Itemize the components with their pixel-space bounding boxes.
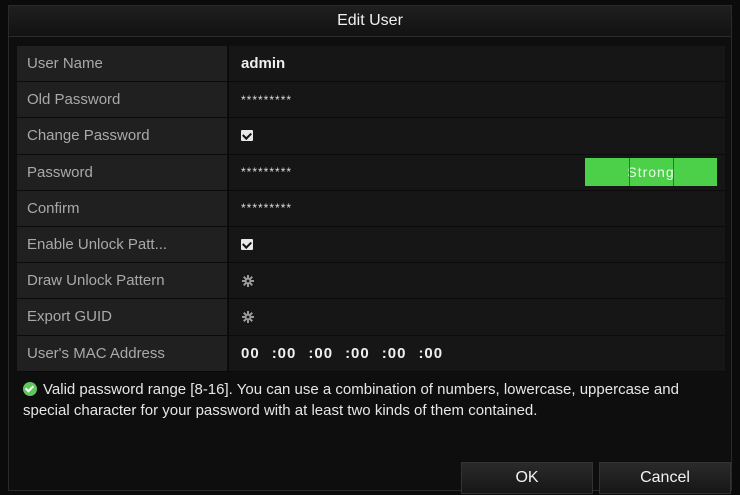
row-enable-unlock-pattern: Enable Unlock Patt...	[17, 226, 725, 264]
mac-octet: 00	[241, 344, 260, 362]
enable-unlock-pattern-checkbox[interactable]	[241, 239, 253, 251]
gear-icon[interactable]	[241, 310, 255, 324]
row-mac-address: User's MAC Address 00 :00 :00 :00 :00 :0…	[17, 335, 725, 372]
confirm-password-field[interactable]: *********	[229, 190, 725, 226]
gear-icon[interactable]	[241, 274, 255, 288]
user-name-label: User Name	[17, 46, 229, 82]
row-old-password: Old Password *********	[17, 82, 725, 119]
password-strength-label: Strong	[627, 163, 675, 180]
row-password: Password ********* Strong	[17, 154, 725, 191]
row-user-name: User Name admin	[17, 46, 725, 83]
user-form: User Name admin Old Password ********* C…	[17, 46, 725, 372]
mac-octet: :00	[381, 344, 407, 362]
draw-unlock-pattern-cell	[229, 263, 725, 299]
password-hint-text: Valid password range [8-16]. You can use…	[23, 381, 679, 419]
confirm-label: Confirm	[17, 190, 229, 226]
mac-octet: :00	[418, 344, 444, 362]
mac-address-field[interactable]: 00 :00 :00 :00 :00 :00	[229, 335, 725, 371]
export-guid-label: Export GUID	[17, 299, 229, 335]
password-field[interactable]: *********	[241, 165, 292, 179]
cancel-button[interactable]: Cancel	[599, 462, 731, 494]
edit-user-dialog: Edit User User Name admin Old Password *…	[8, 5, 732, 494]
row-change-password: Change Password	[17, 118, 725, 155]
mac-octet: :00	[345, 344, 370, 362]
password-label: Password	[17, 154, 229, 190]
mac-address-label: User's MAC Address	[17, 335, 229, 371]
change-password-label: Change Password	[17, 118, 229, 154]
ok-button[interactable]: OK	[461, 462, 593, 494]
dialog-title: Edit User	[9, 6, 731, 37]
enable-unlock-pattern-cell	[229, 226, 725, 263]
row-export-guid: Export GUID	[17, 299, 725, 336]
change-password-checkbox[interactable]	[241, 130, 253, 142]
export-guid-cell	[229, 299, 725, 335]
strength-divider	[629, 157, 630, 186]
user-name-field[interactable]: admin	[229, 46, 725, 82]
old-password-label: Old Password	[17, 82, 229, 118]
mac-octet: :00	[308, 344, 334, 362]
draw-unlock-pattern-label: Draw Unlock Pattern	[17, 263, 229, 299]
password-cell: ********* Strong	[229, 154, 725, 190]
strength-divider	[673, 157, 674, 186]
mac-octet: :00	[271, 344, 297, 362]
change-password-cell	[229, 118, 725, 154]
mac-address-octets: 00 :00 :00 :00 :00 :00	[241, 345, 443, 362]
row-draw-unlock-pattern: Draw Unlock Pattern	[17, 263, 725, 300]
enable-unlock-pattern-label: Enable Unlock Patt...	[17, 226, 229, 263]
row-confirm: Confirm *********	[17, 190, 725, 227]
password-hint: Valid password range [8-16]. You can use…	[23, 379, 713, 421]
old-password-field[interactable]: *********	[229, 82, 725, 118]
password-strength-indicator: Strong	[585, 157, 717, 186]
check-circle-icon	[23, 382, 37, 396]
